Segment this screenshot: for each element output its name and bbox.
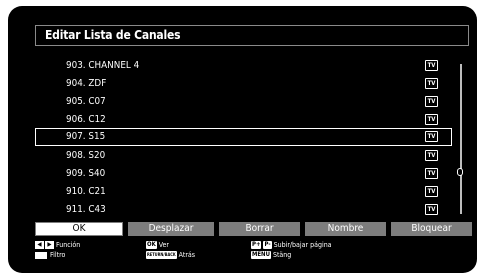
channel-name: 909. S40: [66, 168, 106, 179]
scrollbar-thumb[interactable]: [457, 168, 463, 176]
help-return: RETURN/BACK Atrás: [146, 251, 195, 260]
lock-button[interactable]: Bloquear: [391, 222, 472, 236]
channel-row[interactable]: 905. C07 TV: [35, 93, 452, 111]
tv-icon: TV: [425, 186, 438, 197]
help-function: ◀ ▶ Función: [35, 241, 80, 250]
page-down-key-icon: P-: [263, 241, 272, 249]
help-menu-label: Stäng: [272, 251, 292, 259]
channel-row[interactable]: 906. C12 TV: [35, 111, 452, 129]
ok-button[interactable]: OK: [35, 222, 123, 236]
help-page-label: Subir/bajar página: [273, 241, 332, 249]
tv-icon: TV: [425, 150, 438, 161]
help-menu: MENU Stäng: [251, 251, 291, 260]
ok-key-icon: OK: [146, 241, 157, 249]
action-button-bar: OK Desplazar Borrar Nombre Bloquear: [35, 222, 472, 236]
tv-icon: TV: [425, 114, 438, 125]
channel-name: 911. C43: [66, 204, 106, 215]
color-key-icon: [35, 251, 47, 259]
page-up-key-icon: P+: [251, 241, 262, 249]
help-filter: Filtro: [35, 251, 65, 260]
help-ok: OK Ver: [146, 241, 169, 250]
channel-row[interactable]: 909. S40 TV: [35, 165, 452, 183]
help-return-label: Atrás: [178, 251, 196, 259]
help-function-label: Función: [56, 241, 81, 249]
scrollbar-track[interactable]: [460, 64, 462, 214]
channel-name: 905. C07: [66, 96, 106, 107]
channel-name: 907. S15: [66, 131, 106, 142]
channel-row[interactable]: 903. CHANNEL 4 TV: [35, 57, 452, 75]
move-button[interactable]: Desplazar: [128, 222, 214, 236]
channel-name: 908. S20: [66, 150, 106, 161]
left-right-arrow-icon: ◀ ▶: [35, 241, 54, 249]
channel-name: 903. CHANNEL 4: [66, 60, 140, 71]
tv-screen: Editar Lista de Canales 903. CHANNEL 4 T…: [8, 6, 477, 273]
tv-icon: TV: [425, 96, 438, 107]
channel-row[interactable]: 911. C43 TV: [35, 201, 452, 219]
menu-key-icon: MENU: [251, 251, 271, 259]
tv-icon: TV: [425, 168, 438, 179]
channel-row[interactable]: 910. C21 TV: [35, 183, 452, 201]
channel-row-selected[interactable]: 907. S15 TV: [35, 128, 452, 146]
tv-icon: TV: [425, 60, 438, 71]
channel-row[interactable]: 904. ZDF TV: [35, 75, 452, 93]
help-page: P+ P- Subir/bajar página: [251, 241, 332, 250]
return-key-icon: RETURN/BACK: [146, 251, 177, 259]
channel-name: 910. C21: [66, 186, 106, 197]
channel-name: 904. ZDF: [66, 78, 107, 89]
help-filter-label: Filtro: [50, 251, 66, 259]
tv-icon: TV: [425, 78, 438, 89]
name-button[interactable]: Nombre: [305, 222, 386, 236]
delete-button[interactable]: Borrar: [219, 222, 300, 236]
tv-icon: TV: [425, 131, 438, 142]
channel-name: 906. C12: [66, 114, 106, 125]
tv-icon: TV: [425, 204, 438, 215]
help-ok-label: Ver: [158, 241, 170, 249]
channel-row[interactable]: 908. S20 TV: [35, 147, 452, 165]
window-title: Editar Lista de Canales: [35, 25, 469, 46]
